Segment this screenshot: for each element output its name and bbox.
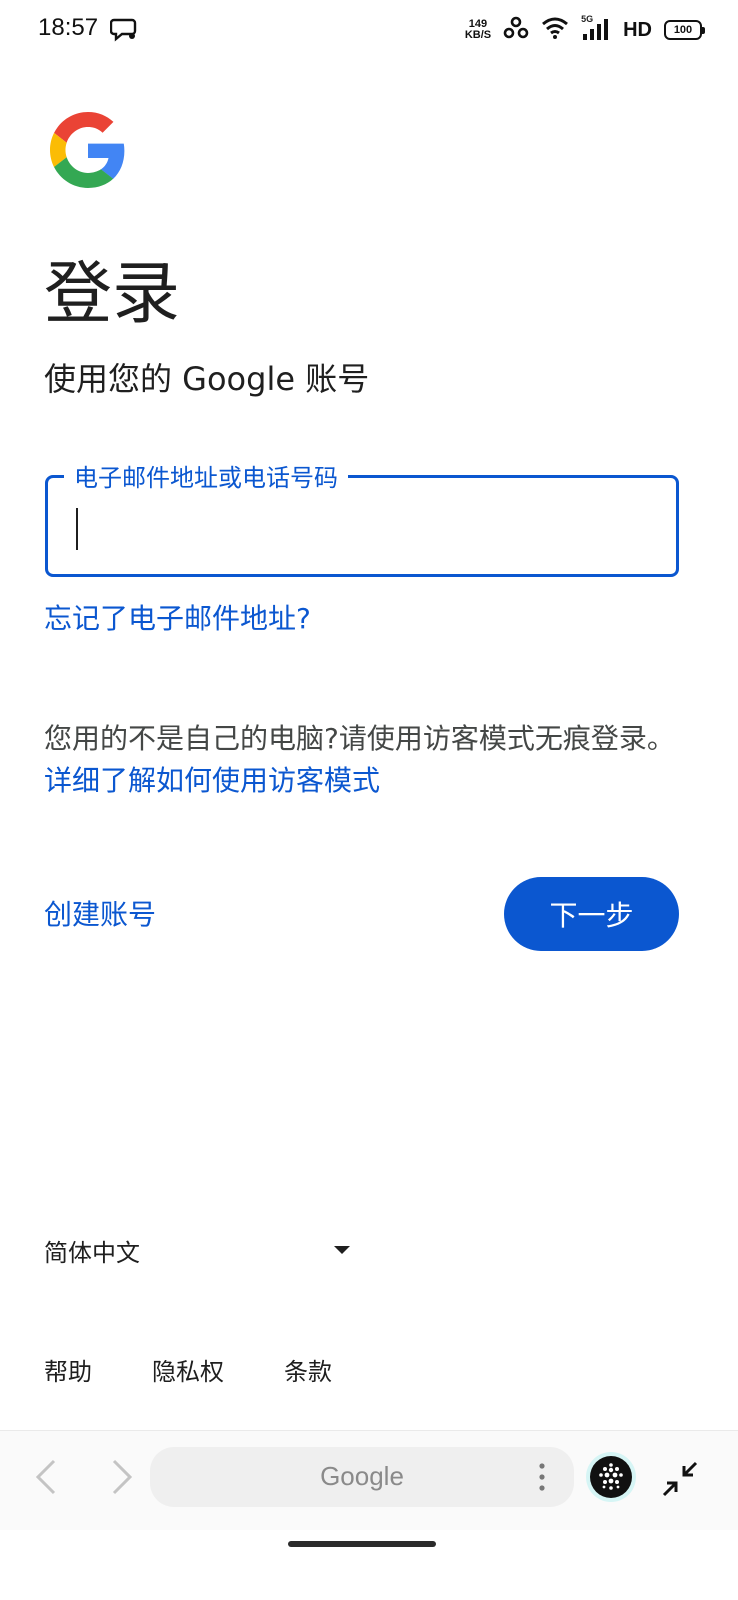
net-speed: 149 KB/S	[465, 19, 491, 41]
wifi-icon	[541, 17, 569, 43]
battery-level: 100	[673, 24, 693, 36]
language-selector[interactable]: 简体中文	[44, 1232, 356, 1268]
address-bar[interactable]: Google	[150, 1447, 574, 1507]
battery-icon: 100	[664, 20, 705, 40]
net-speed-unit: KB/S	[464, 29, 492, 41]
address-text: Google	[320, 1461, 404, 1491]
ai-assistant-icon[interactable]	[585, 1451, 637, 1507]
privacy-link[interactable]: 隐私权	[152, 1352, 224, 1387]
help-link[interactable]: 帮助	[44, 1352, 92, 1387]
minimize-arrows-icon[interactable]	[660, 1459, 700, 1503]
email-field[interactable]: 电子邮件地址或电话号码	[45, 458, 679, 577]
footer-links: 帮助 隐私权 条款	[44, 1352, 392, 1387]
hotspot-icon	[503, 16, 529, 44]
dropdown-arrow-icon	[334, 1246, 350, 1254]
back-arrow-icon[interactable]	[30, 1457, 62, 1501]
guest-mode-text: 您用的不是自己的电脑?请使用访客模式无痕登录。	[44, 722, 675, 755]
signal-icon: 5G	[581, 14, 611, 42]
browser-toolbar: Google	[0, 1430, 738, 1530]
email-input[interactable]	[48, 478, 676, 574]
forgot-email-link[interactable]: 忘记了电子邮件地址?	[44, 597, 311, 637]
status-right-group: 149 KB/S 5G HD 100	[465, 14, 705, 46]
more-vert-icon[interactable]	[538, 1461, 546, 1497]
google-logo	[50, 112, 126, 188]
guest-mode-notice: 您用的不是自己的电脑?请使用访客模式无痕登录。 详细了解如何使用访客模式	[44, 718, 684, 802]
next-button[interactable]: 下一步	[504, 877, 679, 951]
guest-mode-learn-more-link[interactable]: 详细了解如何使用访客模式	[44, 764, 380, 797]
chat-notification-icon	[109, 16, 138, 46]
forward-arrow-icon[interactable]	[106, 1457, 138, 1501]
status-time: 18:57	[38, 14, 99, 41]
create-account-link[interactable]: 创建账号	[44, 893, 156, 933]
page-title: 登录	[44, 255, 181, 334]
language-selector-value: 简体中文	[44, 1238, 140, 1267]
terms-link[interactable]: 条款	[284, 1352, 332, 1387]
home-indicator[interactable]	[288, 1541, 436, 1547]
status-bar: 18:57 149 KB/S 5G HD 100	[0, 0, 738, 60]
hd-label: HD	[623, 18, 652, 41]
page-subtitle: 使用您的 Google 账号	[44, 360, 370, 398]
